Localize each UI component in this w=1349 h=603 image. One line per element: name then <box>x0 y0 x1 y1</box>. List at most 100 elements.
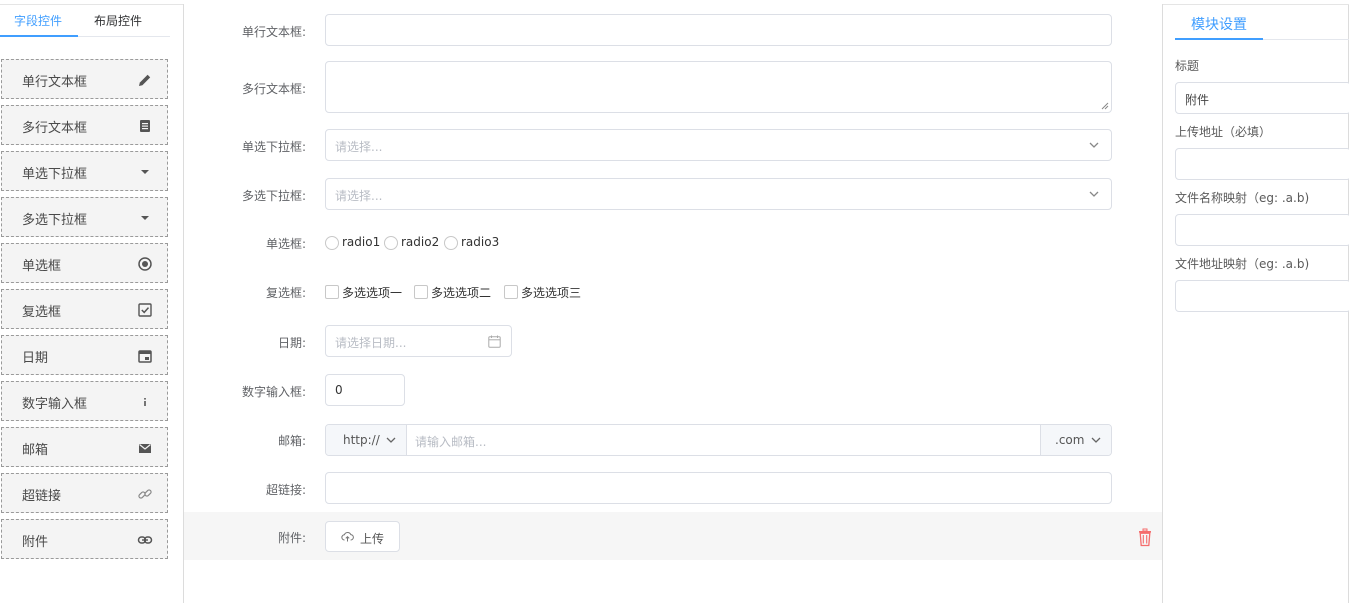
caret-down-icon <box>141 170 149 174</box>
radio-option-2[interactable] <box>384 236 398 250</box>
attachment-icon <box>137 536 153 544</box>
checkbox-option-2[interactable] <box>414 285 428 299</box>
form-row-email: 邮箱: http:// 请输入邮箱... .com <box>184 424 1162 456</box>
resize-handle-icon[interactable] <box>1101 102 1109 110</box>
radio-icon <box>138 257 152 271</box>
settings-field-label: 文件名称映射（eg: .a.b) <box>1175 191 1310 205</box>
field-label: 附件: <box>277 531 306 545</box>
single-select[interactable]: 请选择... <box>325 129 1112 161</box>
radio-option-label: radio2 <box>401 235 440 249</box>
control-single-text[interactable]: 单行文本框 <box>1 59 168 99</box>
control-number[interactable]: 数字输入框 <box>1 381 168 421</box>
control-label: 多选下拉框 <box>22 213 88 228</box>
chevron-down-icon <box>1089 142 1099 148</box>
document-icon <box>140 120 150 132</box>
caret-down-icon <box>141 216 149 220</box>
file-url-mapping-input[interactable] <box>1175 280 1349 312</box>
control-label: 单选下拉框 <box>22 167 88 182</box>
field-label: 多选下拉框: <box>241 189 306 203</box>
control-radio[interactable]: 单选框 <box>1 243 168 283</box>
tab-layout-controls[interactable]: 布局控件 <box>94 12 142 29</box>
field-label: 单行文本框: <box>241 25 306 39</box>
active-tab-indicator <box>0 35 78 37</box>
chevron-down-icon <box>1089 191 1099 197</box>
control-palette: 字段控件 布局控件 单行文本框 多行文本框 单选下拉框 多选下拉框 单选框 复选… <box>0 5 176 603</box>
file-name-mapping-input[interactable] <box>1175 214 1349 246</box>
checkbox-option-label: 多选选项三 <box>521 286 582 300</box>
control-label: 超链接 <box>22 489 62 504</box>
form-row-attachment[interactable]: 附件: 上传 <box>184 512 1162 560</box>
radio-option-label: radio3 <box>461 235 500 249</box>
checkbox-option-3[interactable] <box>504 285 518 299</box>
field-label: 单选框: <box>265 237 306 251</box>
upload-button[interactable]: 上传 <box>325 521 400 552</box>
calendar-icon <box>138 350 152 363</box>
field-label: 多行文本框: <box>241 82 306 96</box>
tab-field-controls[interactable]: 字段控件 <box>14 12 62 29</box>
form-row-radio: 单选框: radio1 radio2 radio3 <box>184 230 1162 254</box>
settings-field-label: 文件地址映射（eg: .a.b) <box>1175 257 1310 271</box>
control-email[interactable]: 邮箱 <box>1 427 168 467</box>
control-label: 邮箱 <box>22 443 49 458</box>
email-input-group: http:// 请输入邮箱... .com <box>325 424 1112 456</box>
email-placeholder[interactable]: 请输入邮箱... <box>415 433 486 450</box>
control-multi-select[interactable]: 多选下拉框 <box>1 197 168 237</box>
control-hyperlink[interactable]: 超链接 <box>1 473 168 513</box>
title-input[interactable]: 附件 <box>1175 82 1349 114</box>
date-picker[interactable]: 请选择日期... <box>325 325 512 357</box>
single-text-input[interactable] <box>325 14 1112 46</box>
chevron-down-icon <box>1091 437 1101 443</box>
multi-select[interactable]: 请选择... <box>325 178 1112 210</box>
number-input[interactable]: 0 <box>325 374 405 406</box>
field-label: 超链接: <box>265 483 306 497</box>
cloud-upload-icon <box>341 531 354 542</box>
form-canvas: 单行文本框: 多行文本框: 单选下拉框: 请选择... 多选下拉框: 请选择..… <box>183 4 1163 603</box>
form-row-multi-select: 多选下拉框: 请选择... <box>184 178 1162 210</box>
upload-button-label: 上传 <box>360 532 385 546</box>
form-row-checkbox: 复选框: 多选选项一 多选选项二 多选选项三 <box>184 280 1162 304</box>
settings-tabs: 模块设置 <box>1175 5 1349 40</box>
radio-option-3[interactable] <box>444 236 458 250</box>
control-label: 附件 <box>22 535 49 550</box>
control-multi-text[interactable]: 多行文本框 <box>1 105 168 145</box>
checkbox-option-label: 多选选项一 <box>342 286 403 300</box>
checkbox-option-1[interactable] <box>325 285 339 299</box>
control-date[interactable]: 日期 <box>1 335 168 375</box>
form-row-single-select: 单选下拉框: 请选择... <box>184 129 1162 161</box>
control-checkbox[interactable]: 复选框 <box>1 289 168 329</box>
control-label: 复选框 <box>22 305 62 320</box>
email-prefix-select[interactable]: http:// <box>326 425 407 455</box>
upload-url-input[interactable] <box>1175 148 1349 180</box>
control-attachment[interactable]: 附件 <box>1 519 168 559</box>
radio-option-1[interactable] <box>325 236 339 250</box>
select-placeholder: 请选择... <box>335 140 383 154</box>
info-icon <box>144 398 146 406</box>
suffix-value: .com <box>1055 433 1085 447</box>
module-settings-panel: 模块设置 标题 附件 上传地址（必填） 文件名称映射（eg: .a.b) 文件地… <box>1175 5 1349 603</box>
calendar-icon[interactable] <box>488 335 501 348</box>
settings-field-label: 标题 <box>1175 59 1200 73</box>
date-placeholder: 请选择日期... <box>335 336 407 350</box>
field-label: 单选下拉框: <box>241 140 306 154</box>
multi-text-input[interactable] <box>325 61 1112 113</box>
email-suffix-select[interactable]: .com <box>1040 425 1111 455</box>
chevron-down-icon <box>386 437 396 443</box>
control-single-select[interactable]: 单选下拉框 <box>1 151 168 191</box>
field-label: 复选框: <box>265 286 306 300</box>
settings-field-label: 上传地址（必填） <box>1175 125 1272 139</box>
control-label: 单选框 <box>22 259 62 274</box>
pencil-icon <box>139 74 151 86</box>
radio-option-label: radio1 <box>342 235 381 249</box>
field-label: 数字输入框: <box>241 385 306 399</box>
tab-module-settings[interactable]: 模块设置 <box>1191 14 1247 34</box>
form-row-date: 日期: 请选择日期... <box>184 325 1162 357</box>
active-tab-indicator <box>1175 38 1263 40</box>
form-row-hyperlink: 超链接: <box>184 472 1162 504</box>
delete-icon[interactable] <box>1137 528 1153 547</box>
checkbox-icon <box>138 303 152 317</box>
control-label: 单行文本框 <box>22 75 88 90</box>
form-row-multi-text: 多行文本框: <box>184 61 1162 113</box>
select-placeholder: 请选择... <box>335 189 383 203</box>
form-row-single-text: 单行文本框: <box>184 14 1162 46</box>
hyperlink-input[interactable] <box>325 472 1112 504</box>
